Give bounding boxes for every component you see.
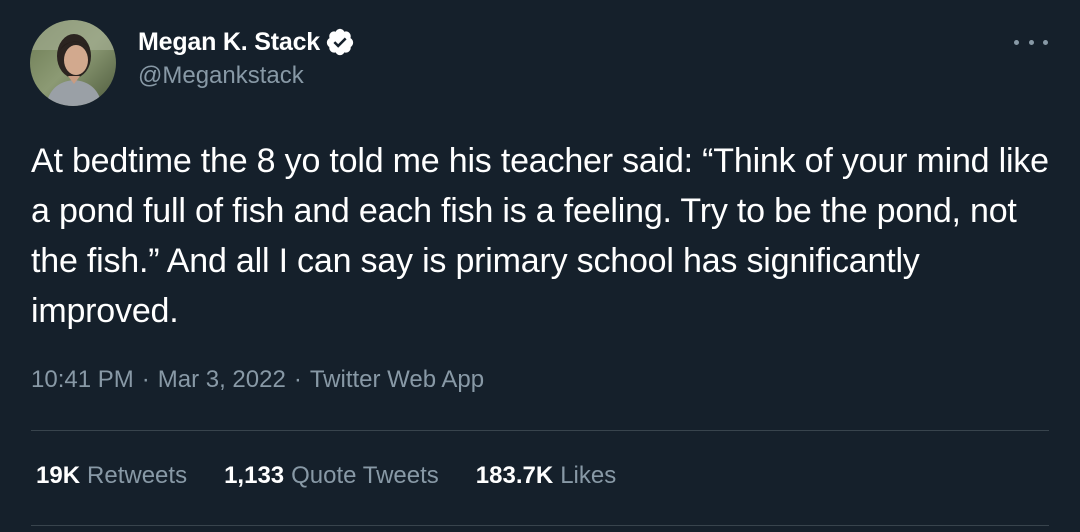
- author-handle[interactable]: @Megankstack: [138, 62, 355, 90]
- verified-badge-icon: [325, 27, 355, 57]
- author-name-row: Megan K. Stack: [138, 26, 355, 58]
- retweets-count: 19K: [36, 462, 81, 489]
- tweet-source[interactable]: Twitter Web App: [310, 366, 484, 394]
- author-display-name[interactable]: Megan K. Stack: [138, 28, 320, 57]
- tweet-text: At bedtime the 8 yo told me his teacher …: [31, 142, 1049, 330]
- tweet-detail: Megan K. Stack @Megankstack At bedtime t…: [0, 0, 1080, 532]
- quote-tweets-count: 1,133: [224, 462, 285, 489]
- quote-tweets-label: Quote Tweets: [291, 462, 439, 489]
- engagement-stats: 19K Retweets 1,133 Quote Tweets 183.7K L…: [36, 462, 653, 490]
- likes-label: Likes: [560, 462, 617, 489]
- avatar[interactable]: [30, 20, 116, 106]
- author-block: Megan K. Stack @Megankstack: [138, 26, 355, 90]
- retweets-label: Retweets: [87, 462, 188, 489]
- likes-count: 183.7K: [475, 462, 554, 489]
- avatar-image: [30, 20, 116, 106]
- tweet-metadata: 10:41 PM · Mar 3, 2022 · Twitter Web App: [31, 366, 484, 394]
- retweets-stat[interactable]: 19K Retweets: [36, 462, 187, 490]
- meta-separator: ·: [293, 366, 302, 393]
- likes-stat[interactable]: 183.7K Likes: [476, 462, 616, 490]
- more-options-icon[interactable]: [1014, 30, 1048, 54]
- tweet-date[interactable]: Mar 3, 2022: [158, 366, 286, 394]
- divider: [31, 525, 1049, 526]
- quote-tweets-stat[interactable]: 1,133 Quote Tweets: [224, 462, 439, 490]
- divider: [31, 430, 1049, 431]
- meta-separator: ·: [141, 366, 150, 393]
- tweet-time[interactable]: 10:41 PM: [31, 366, 134, 394]
